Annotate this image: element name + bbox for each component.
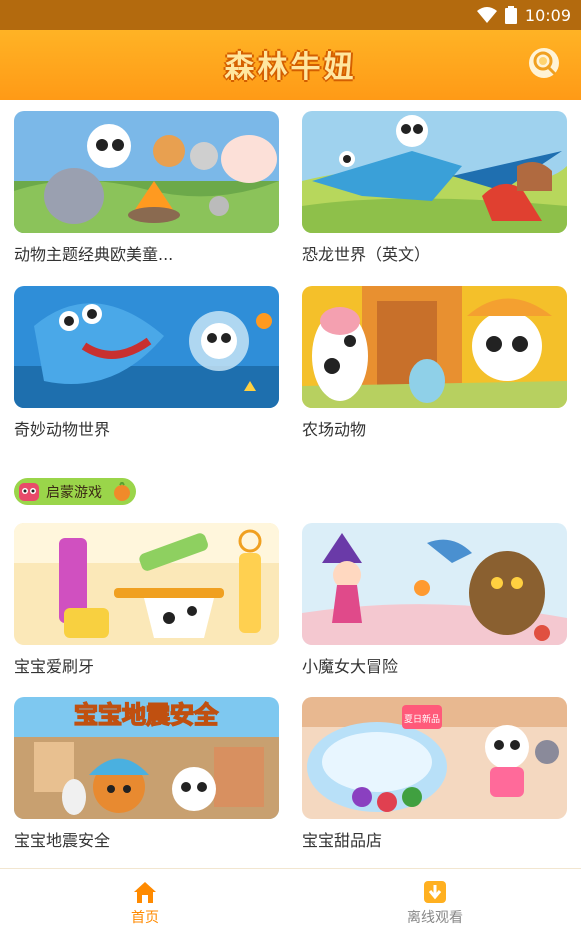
game-card[interactable]: 宝宝地震安全 宝宝地震安全 bbox=[14, 697, 279, 851]
section-label-text: 启蒙游戏 bbox=[46, 484, 102, 501]
panda-face-icon bbox=[19, 482, 39, 501]
dessert-badge-text: 夏日新品 bbox=[404, 713, 440, 725]
status-bar: 10:09 bbox=[0, 0, 581, 30]
video-card[interactable]: 奇妙动物世界 bbox=[14, 286, 279, 440]
app-title: 森林牛妞 bbox=[224, 50, 357, 85]
section-label-games: 启蒙游戏 bbox=[14, 478, 136, 505]
app-header: 森林牛妞 bbox=[0, 30, 581, 100]
tab-home[interactable]: 首页 bbox=[45, 869, 245, 931]
tab-home-label: 首页 bbox=[131, 910, 159, 926]
tab-offline[interactable]: 离线观看 bbox=[335, 869, 535, 931]
game-title: 宝宝爱刷牙 bbox=[14, 657, 95, 676]
game-title: 宝宝地震安全 bbox=[14, 831, 111, 850]
game-card[interactable]: 小魔女大冒险 bbox=[302, 523, 567, 677]
video-title: 农场动物 bbox=[302, 420, 367, 439]
game-thumbnail[interactable]: 宝宝地震安全 bbox=[14, 697, 279, 819]
game-thumbnail[interactable] bbox=[302, 523, 567, 645]
video-card[interactable]: 动物主题经典欧美童... bbox=[14, 111, 279, 265]
earthquake-banner-text: 宝宝地震安全 bbox=[74, 701, 219, 729]
video-card[interactable]: 恐龙世界（英文） bbox=[302, 111, 567, 265]
game-card[interactable]: 宝宝爱刷牙 bbox=[14, 523, 279, 677]
video-thumbnail[interactable] bbox=[302, 111, 567, 233]
video-thumbnail[interactable] bbox=[14, 111, 279, 233]
home-icon bbox=[134, 882, 156, 903]
search-icon[interactable] bbox=[527, 46, 561, 80]
video-thumbnail[interactable] bbox=[14, 286, 279, 408]
game-thumbnail[interactable]: 夏日新品 bbox=[302, 697, 567, 819]
status-time: 10:09 bbox=[524, 5, 571, 25]
download-icon bbox=[424, 881, 446, 903]
game-title: 宝宝甜品店 bbox=[302, 831, 383, 850]
video-title: 动物主题经典欧美童... bbox=[14, 245, 174, 264]
game-thumbnail[interactable] bbox=[14, 523, 279, 645]
video-title: 奇妙动物世界 bbox=[14, 420, 111, 439]
carrot-icon bbox=[114, 482, 130, 501]
game-title: 小魔女大冒险 bbox=[302, 657, 399, 676]
battery-icon bbox=[504, 6, 517, 24]
game-card[interactable]: 夏日新品 宝宝甜品店 bbox=[302, 697, 567, 851]
wifi-icon bbox=[476, 7, 497, 23]
video-thumbnail[interactable] bbox=[302, 286, 567, 408]
bottom-tab-bar: 首页 离线观看 bbox=[0, 868, 581, 930]
video-card[interactable]: 农场动物 bbox=[302, 286, 567, 440]
tab-offline-label: 离线观看 bbox=[407, 910, 463, 926]
video-title: 恐龙世界（英文） bbox=[302, 245, 431, 264]
